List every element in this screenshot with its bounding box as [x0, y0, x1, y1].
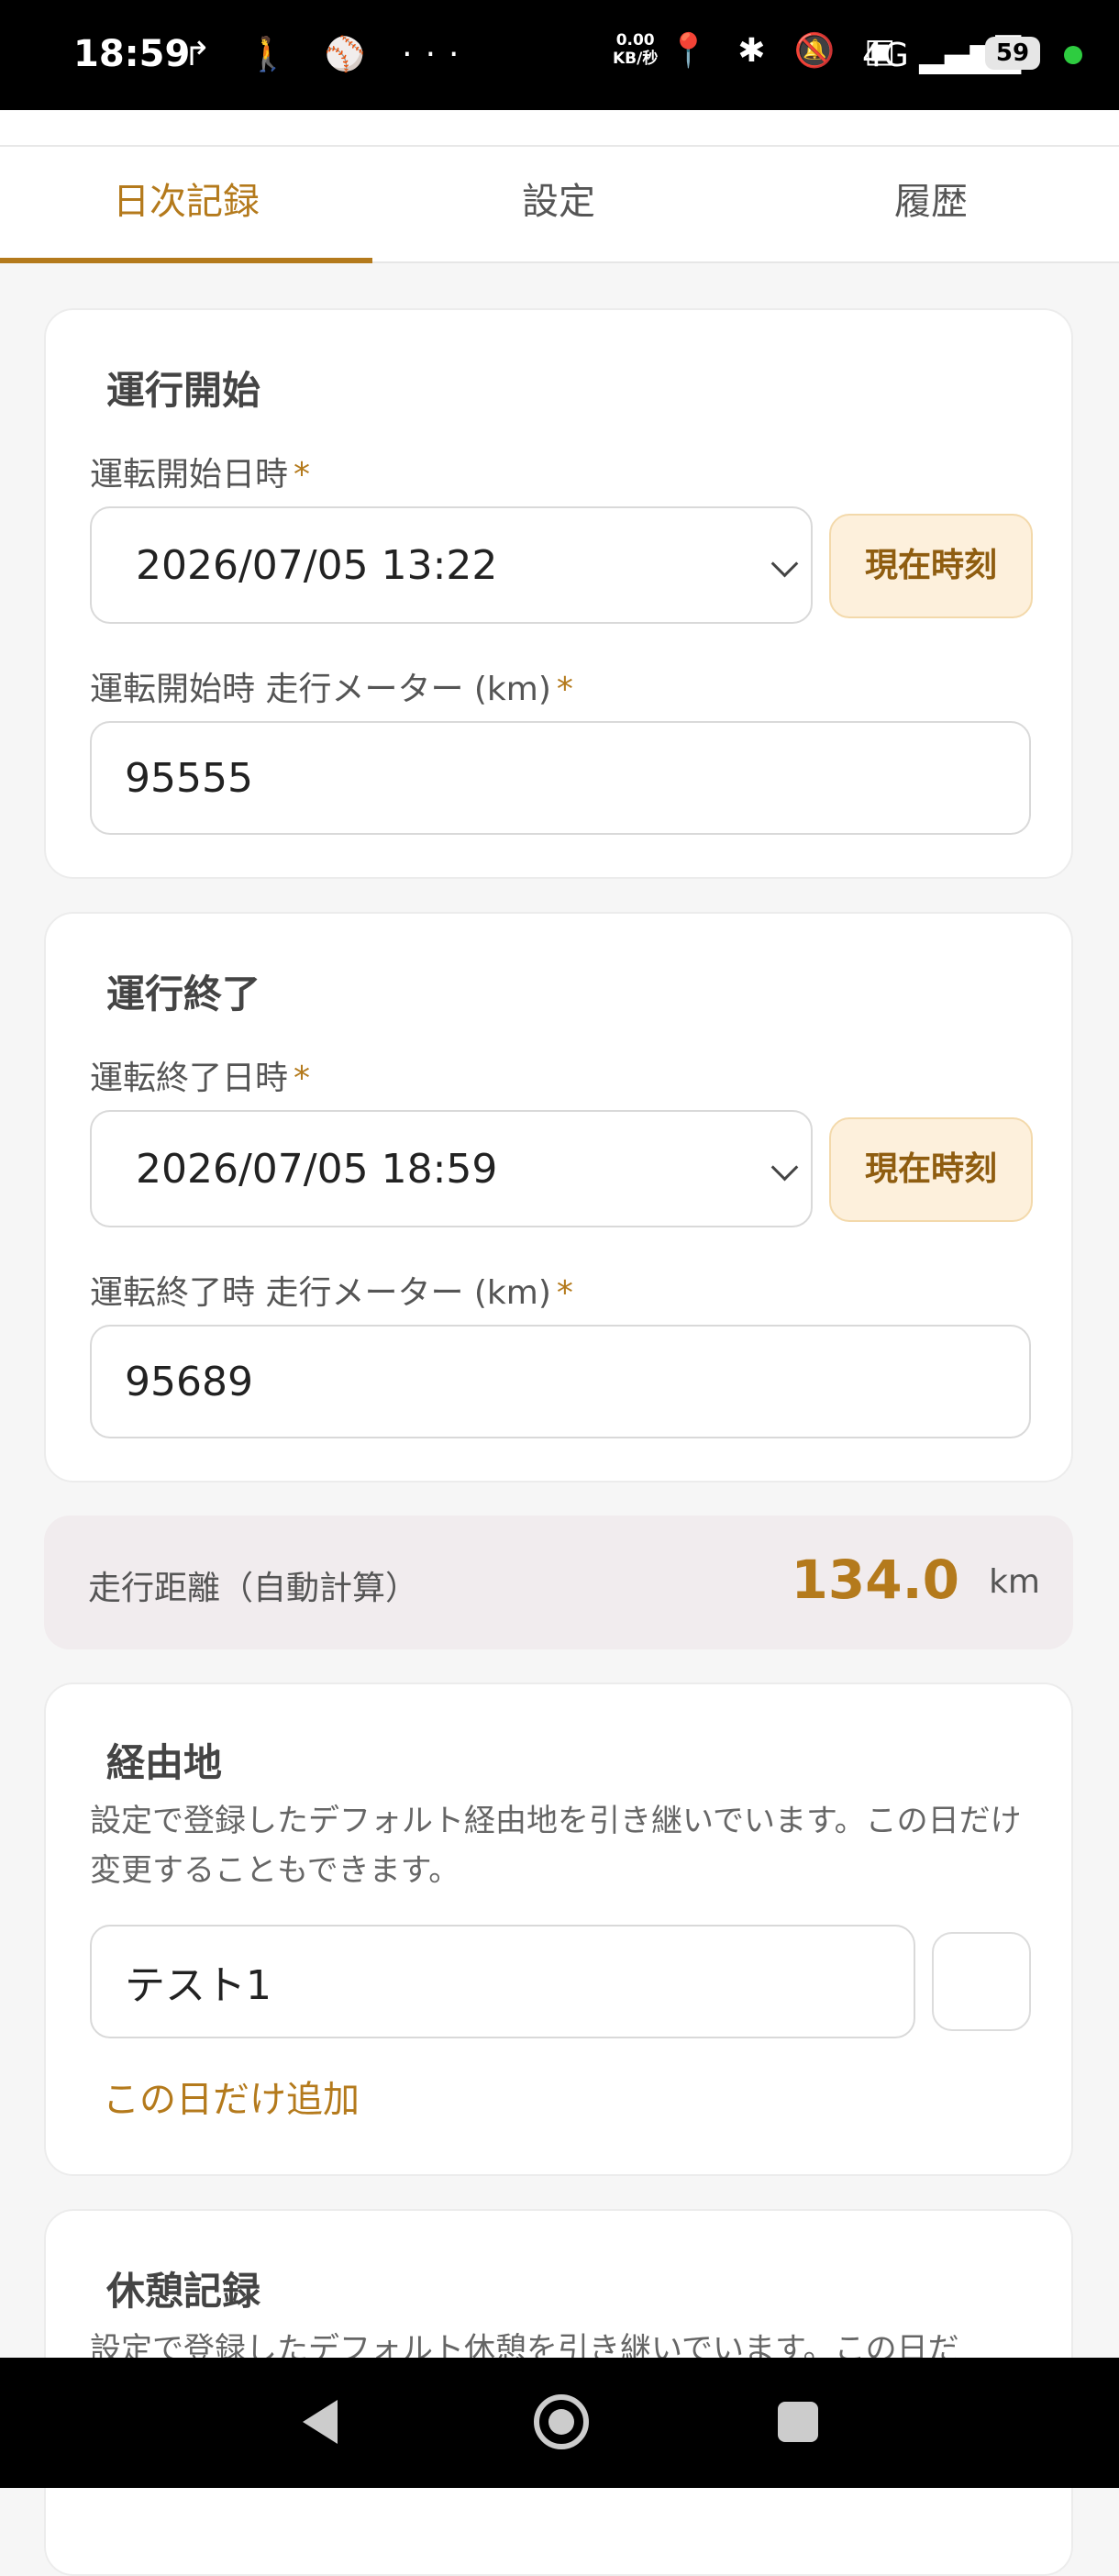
- via-description: 設定で登録したデフォルト経由地を引き継いでいます。この日だけ変更することもできま…: [90, 1803, 1022, 1889]
- recent-apps-icon[interactable]: [778, 2402, 818, 2442]
- via-item-value: テスト1: [125, 1962, 271, 2009]
- end-datetime-label-text: 運転終了日時: [90, 1060, 289, 1097]
- via-title: 経由地: [106, 1740, 223, 1785]
- required-mark: *: [294, 1060, 311, 1097]
- distance-summary: 走行距離（自動計算） 134.0 km: [44, 1516, 1073, 1649]
- end-now-button[interactable]: 現在時刻: [829, 1117, 1033, 1222]
- system-nav-bar: [0, 2358, 1119, 2488]
- app-header-strip: [0, 110, 1119, 147]
- required-mark: *: [294, 456, 311, 494]
- tab-bar: 日次記録 設定 履歴: [0, 147, 1119, 263]
- start-meter-input[interactable]: 95555: [90, 721, 1031, 835]
- required-mark: *: [556, 671, 573, 708]
- net-speed-value: 0.00: [615, 31, 655, 50]
- end-datetime-value: 2026/07/05 18:59: [136, 1145, 498, 1193]
- tab-settings[interactable]: 設定: [372, 147, 745, 261]
- end-meter-value: 95689: [125, 1358, 253, 1405]
- chevron-down-icon: [770, 550, 799, 578]
- end-datetime-label: 運転終了日時 *: [90, 1051, 310, 1099]
- status-time: 18:59: [73, 33, 191, 75]
- home-icon[interactable]: [534, 2394, 589, 2449]
- net-speed: 0.00 KB/秒: [613, 31, 658, 68]
- status-bar: 18:59 ↱ 🚶 ⚾ ··· 0.00 KB/秒 📍 ✱ 🔕 ▣ 4G ▂▄▆…: [0, 0, 1119, 110]
- network-label: 4G: [862, 37, 909, 74]
- start-meter-label-text: 運転開始時 走行メーター (km): [90, 671, 551, 708]
- start-datetime-label: 運転開始日時 *: [90, 448, 310, 495]
- end-meter-input[interactable]: 95689: [90, 1325, 1031, 1438]
- end-card: 運行終了 運転終了日時 * 2026/07/05 18:59 現在時刻 運転終了時…: [44, 912, 1073, 1482]
- start-meter-label: 運転開始時 走行メーター (km) *: [90, 662, 573, 710]
- tab-history[interactable]: 履歴: [745, 147, 1117, 261]
- status-notification-icons: ↱ 🚶 ⚾ ···: [183, 36, 472, 73]
- start-datetime-label-text: 運転開始日時: [90, 456, 289, 494]
- start-datetime-value: 2026/07/05 13:22: [136, 541, 498, 589]
- distance-value: 134.0: [791, 1549, 959, 1611]
- end-meter-label-text: 運転終了時 走行メーター (km): [90, 1274, 551, 1312]
- start-datetime-select[interactable]: 2026/07/05 13:22: [90, 506, 813, 624]
- battery-icon: 59: [985, 37, 1040, 70]
- net-speed-unit: KB/秒: [613, 50, 659, 68]
- end-title: 運行終了: [106, 972, 261, 1016]
- end-datetime-select[interactable]: 2026/07/05 18:59: [90, 1110, 813, 1227]
- start-now-button[interactable]: 現在時刻: [829, 514, 1033, 618]
- end-meter-label: 運転終了時 走行メーター (km) *: [90, 1266, 573, 1314]
- via-item-remove-button[interactable]: [932, 1932, 1031, 2031]
- via-card: 経由地 設定で登録したデフォルト経由地を引き継いでいます。この日だけ変更すること…: [44, 1682, 1073, 2176]
- via-item-input[interactable]: テスト1: [90, 1925, 915, 2038]
- required-mark: *: [556, 1274, 573, 1312]
- rest-title: 休憩記録: [106, 2269, 261, 2314]
- start-card: 運行開始 運転開始日時 * 2026/07/05 13:22 現在時刻 運転開始時…: [44, 308, 1073, 879]
- tab-daily-record[interactable]: 日次記録: [0, 147, 372, 263]
- chevron-down-icon: [770, 1153, 799, 1182]
- privacy-dot-icon: [1064, 46, 1082, 64]
- start-meter-value: 95555: [125, 754, 253, 802]
- back-icon[interactable]: [303, 2400, 338, 2444]
- distance-unit: km: [989, 1563, 1040, 1601]
- via-add-link[interactable]: この日だけ追加: [103, 2070, 360, 2123]
- start-title: 運行開始: [106, 368, 261, 413]
- distance-label: 走行距離（自動計算）: [88, 1570, 419, 1607]
